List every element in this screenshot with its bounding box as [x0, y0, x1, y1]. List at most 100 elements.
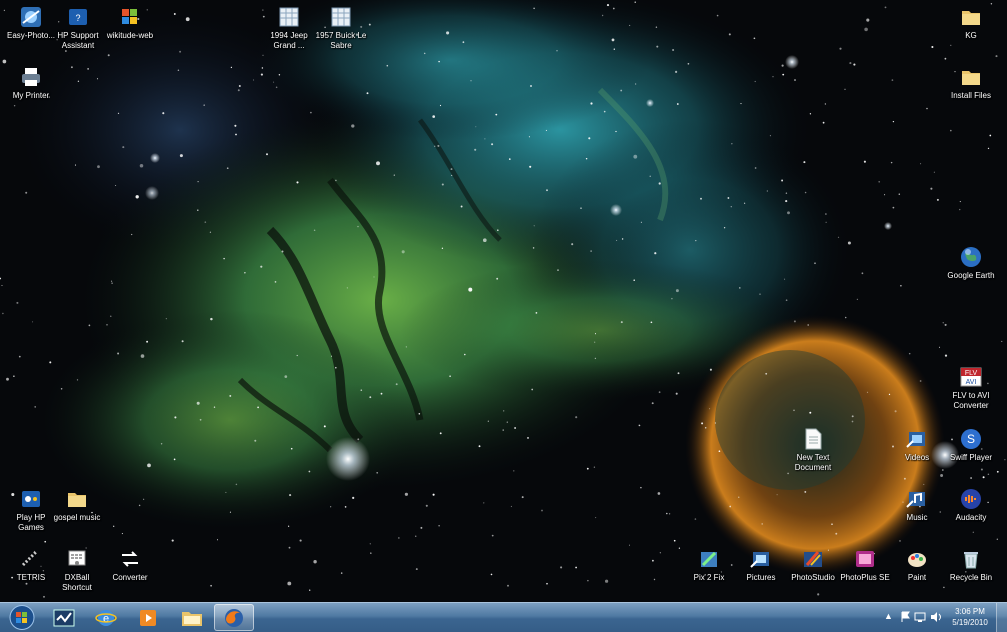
star — [931, 45, 934, 49]
recycle-bin[interactable]: Recycle Bin — [940, 546, 1002, 583]
star — [666, 512, 668, 515]
desktop[interactable]: Easy-Photo... ? HP Support Assistant wik… — [0, 0, 1007, 602]
star — [32, 321, 34, 323]
star — [335, 179, 337, 182]
star — [13, 104, 16, 107]
show-hidden-icons-arrow[interactable]: ▲ — [884, 611, 893, 621]
network-icon[interactable] — [914, 611, 926, 623]
star — [278, 74, 281, 76]
star — [785, 299, 788, 302]
star — [633, 279, 635, 281]
taskbar-firefox-button[interactable] — [214, 604, 254, 631]
star — [695, 239, 697, 242]
wikitude-web-shortcut[interactable]: wikitude-web — [99, 4, 161, 41]
star — [782, 73, 785, 76]
google-earth-shortcut[interactable]: Google Earth — [940, 244, 1002, 281]
star — [441, 247, 444, 249]
star — [640, 221, 642, 223]
star — [729, 505, 732, 508]
system-clock[interactable]: 3:06 PM 5/19/2010 — [950, 606, 990, 628]
install-files-label: Install Files — [950, 91, 991, 100]
paint-label: Paint — [907, 573, 927, 582]
star — [575, 416, 578, 419]
converter-shortcut[interactable]: Converter — [99, 546, 161, 583]
star — [393, 174, 395, 176]
kg-folder[interactable]: KG — [940, 4, 1002, 41]
star — [288, 525, 290, 527]
star — [709, 408, 711, 410]
star — [87, 68, 89, 70]
star — [366, 92, 369, 95]
star — [772, 76, 774, 78]
volume-icon[interactable] — [930, 611, 942, 623]
star — [369, 396, 372, 399]
star — [532, 247, 535, 249]
star — [900, 285, 902, 287]
star — [982, 476, 985, 479]
star — [671, 297, 673, 300]
star — [313, 560, 317, 564]
show-desktop-button[interactable] — [996, 603, 1007, 632]
star — [44, 540, 47, 543]
star — [223, 257, 225, 260]
star — [310, 111, 312, 114]
paint-shortcut[interactable]: Paint — [886, 546, 948, 583]
star — [418, 413, 421, 415]
star — [847, 241, 851, 245]
text-document-icon — [800, 426, 826, 452]
star — [290, 447, 293, 450]
taskbar-task-manager-button[interactable] — [44, 604, 84, 631]
gospel-music-folder[interactable]: gospel music — [46, 486, 108, 523]
star — [470, 80, 472, 82]
action-center-flag-icon[interactable] — [900, 611, 910, 623]
star — [376, 161, 380, 166]
new-text-document[interactable]: New Text Document — [782, 426, 844, 473]
taskbar-windows-explorer-button[interactable] — [172, 604, 212, 631]
videos-shortcut[interactable]: Videos — [886, 426, 948, 463]
star — [288, 546, 291, 549]
audacity-shortcut[interactable]: Audacity — [940, 486, 1002, 523]
star — [475, 126, 477, 128]
photostudio-icon — [800, 546, 826, 572]
star — [289, 494, 292, 497]
star — [376, 471, 379, 474]
star — [605, 579, 609, 583]
taskbar-media-player-button[interactable] — [128, 604, 168, 631]
star — [787, 211, 790, 215]
install-files-folder[interactable]: Install Files — [940, 64, 1002, 101]
buick-document-shortcut[interactable]: 1957 Buick Le Sabre — [310, 4, 372, 51]
star — [546, 582, 548, 585]
star — [944, 57, 947, 60]
star — [649, 175, 651, 177]
audacity-icon — [958, 486, 984, 512]
music-shortcut[interactable]: Music — [886, 486, 948, 523]
start-button[interactable] — [2, 604, 42, 631]
star — [266, 153, 268, 156]
games-icon — [18, 486, 44, 512]
star — [529, 84, 533, 88]
star — [899, 540, 901, 542]
star — [781, 179, 784, 182]
star — [593, 466, 596, 468]
star — [25, 582, 28, 585]
star — [898, 193, 901, 195]
star — [441, 183, 444, 186]
star — [687, 62, 690, 65]
star — [173, 458, 176, 461]
star — [491, 534, 494, 537]
my-printer-shortcut[interactable]: My Printer — [0, 64, 62, 101]
star — [903, 477, 906, 480]
star — [822, 121, 825, 124]
task-manager-icon — [53, 609, 75, 626]
star — [185, 17, 190, 22]
taskbar-internet-explorer-button[interactable]: e — [86, 604, 126, 631]
star — [942, 322, 944, 324]
star — [776, 494, 778, 496]
flv-to-avi-shortcut[interactable]: FLV AVI FLV to AVI Converter — [940, 364, 1002, 411]
star — [284, 375, 288, 378]
swiff-player-shortcut[interactable]: S Swiff Player — [940, 426, 1002, 463]
star — [824, 103, 827, 105]
star — [933, 171, 936, 173]
star — [980, 468, 983, 471]
star — [115, 184, 117, 187]
